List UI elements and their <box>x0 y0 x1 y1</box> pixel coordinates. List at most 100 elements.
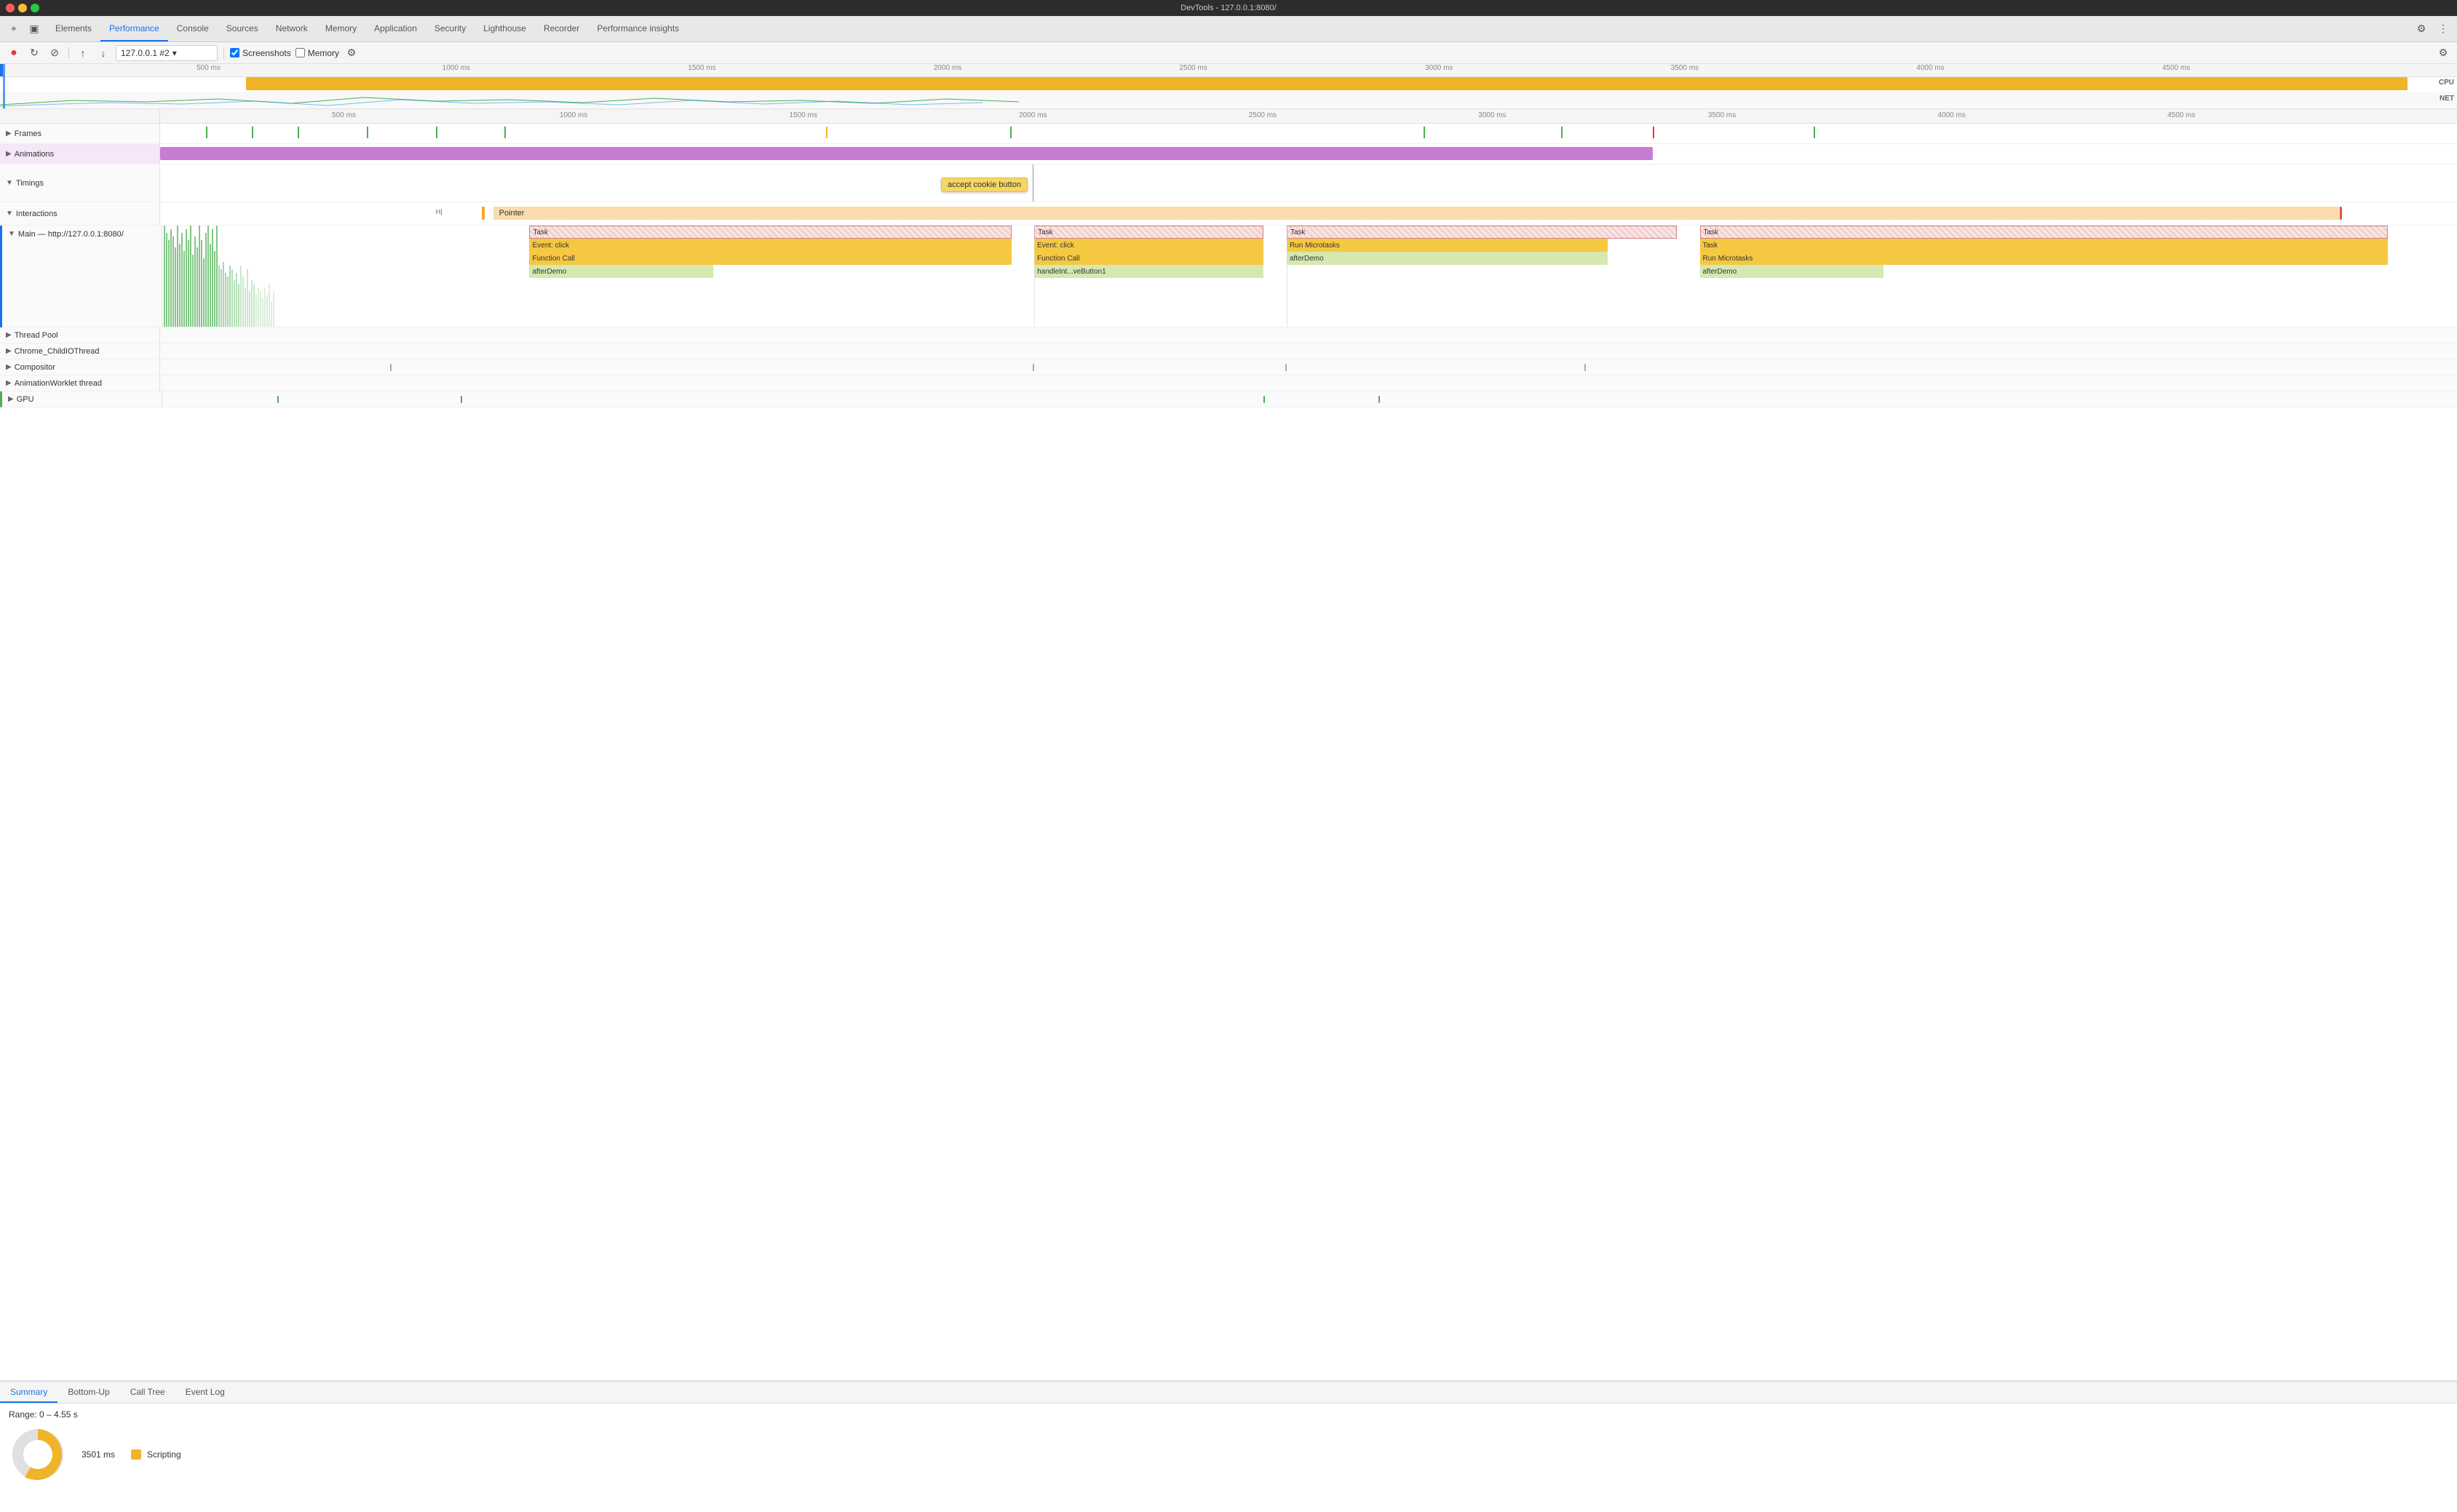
animations-content <box>160 144 2457 164</box>
animation-worklet-toggle[interactable]: ▶ <box>6 379 12 387</box>
memory-checkbox-label[interactable]: Memory <box>295 48 339 58</box>
tick-3500: 3500 ms <box>1708 111 1736 119</box>
tick-2500: 2500 ms <box>1249 111 1277 119</box>
overview-tick-2500: 2500 ms <box>1179 64 1207 72</box>
frame-bar <box>1424 127 1425 138</box>
event-click-2[interactable]: Event: click <box>1034 239 1263 252</box>
toolbar-settings-icon[interactable]: ⚙ <box>2435 45 2451 61</box>
device-icon[interactable]: ▣ <box>25 20 44 39</box>
frame-bar <box>1561 127 1563 138</box>
interactions-content: H| Pointer <box>160 202 2457 225</box>
gpu-dot-2 <box>461 396 462 403</box>
devtools-panel: ⌖ ▣ Elements Performance Console Sources… <box>0 16 2457 1512</box>
tab-network[interactable]: Network <box>267 16 317 41</box>
run-micro-2[interactable]: Run Microtasks <box>1700 252 2389 265</box>
compositor-dot-1 <box>390 364 392 371</box>
tab-recorder[interactable]: Recorder <box>535 16 588 41</box>
after-demo-1[interactable]: afterDemo <box>1287 252 1608 265</box>
maximize-button[interactable] <box>31 4 39 12</box>
tab-application[interactable]: Application <box>365 16 426 41</box>
after-demo-2[interactable]: afterDemo <box>529 265 713 278</box>
cpu-overview-bar <box>246 77 2408 90</box>
overview-tick-1000: 1000 ms <box>442 64 470 72</box>
interactions-toggle[interactable]: ▼ <box>6 210 13 218</box>
after-demo-3[interactable]: afterDemo <box>1700 265 1884 278</box>
tab-performance[interactable]: Performance <box>100 16 168 41</box>
reload-record-button[interactable]: ↻ <box>26 45 42 61</box>
task-bar-4[interactable]: Task <box>1700 226 2389 239</box>
scripting-label: Scripting <box>147 1449 181 1460</box>
net-overview: NET <box>0 92 2457 108</box>
function-call-2[interactable]: Function Call <box>1034 252 1263 265</box>
screenshots-checkbox[interactable] <box>230 48 239 57</box>
animations-track: ▶ Animations <box>0 144 2457 164</box>
chrome-childio-toggle[interactable]: ▶ <box>6 347 12 355</box>
screenshots-checkbox-label[interactable]: Screenshots <box>230 48 291 58</box>
tab-summary[interactable]: Summary <box>0 1382 57 1403</box>
left-accent-bar <box>0 226 2 327</box>
main-toggle[interactable]: ▼ <box>8 230 15 238</box>
url-text: 127.0.0.1 #2 <box>121 48 170 58</box>
run-microtasks[interactable]: Run Microtasks <box>1287 239 1608 252</box>
thread-pool-toggle[interactable]: ▶ <box>6 331 12 339</box>
settings-icon[interactable]: ⚙ <box>2412 20 2431 39</box>
scripting-legend-item: 3501 ms Scripting <box>82 1449 181 1460</box>
overview-tick-2000: 2000 ms <box>934 64 961 72</box>
task-bar-3[interactable]: Task <box>1287 226 1677 239</box>
function-call-1[interactable]: Function Call <box>529 252 1011 265</box>
close-button[interactable] <box>6 4 15 12</box>
record-button[interactable]: ● <box>6 45 22 61</box>
tab-call-tree[interactable]: Call Tree <box>120 1382 175 1403</box>
frame-bar <box>1653 127 1654 138</box>
frames-content <box>160 124 2457 143</box>
capture-settings-icon[interactable]: ⚙ <box>344 45 360 61</box>
timings-content: accept cookie button <box>160 164 2457 202</box>
animation-worklet-label: ▶ AnimationWorklet thread <box>0 375 160 391</box>
animations-toggle[interactable]: ▶ <box>6 150 12 158</box>
animations-bar <box>160 147 1653 160</box>
frames-toggle[interactable]: ▶ <box>6 130 12 138</box>
memory-checkbox[interactable] <box>295 48 305 57</box>
cpu-label: CPU <box>2439 79 2454 87</box>
handle-int-bar[interactable]: handleInt...veButton1 <box>1034 265 1263 278</box>
timings-label: ▼ Timings <box>0 164 160 202</box>
tab-memory[interactable]: Memory <box>317 16 365 41</box>
task-bar-1-label: Task <box>533 228 548 236</box>
flame-chart-mini <box>162 226 275 327</box>
event-click-1[interactable]: Event: click <box>529 239 1011 252</box>
frame-bar <box>252 127 253 138</box>
tab-security[interactable]: Security <box>426 16 475 41</box>
task-bar-1[interactable]: Task <box>529 226 1011 239</box>
timings-toggle[interactable]: ▼ <box>6 179 13 187</box>
main-area: 500 ms 1000 ms 1500 ms 2000 ms 2500 ms 3… <box>0 109 2457 1512</box>
compositor-toggle[interactable]: ▶ <box>6 363 12 371</box>
tab-bottom-up[interactable]: Bottom-Up <box>57 1382 119 1403</box>
more-options-icon[interactable]: ⋮ <box>2434 20 2453 39</box>
compositor-dot-3 <box>1285 364 1287 371</box>
url-selector[interactable]: 127.0.0.1 #2 ▾ <box>116 45 218 61</box>
frame-bar <box>1814 127 1815 138</box>
interaction-h-marker: H| <box>436 208 442 215</box>
net-chart <box>0 92 2457 108</box>
frame-bar <box>1010 127 1012 138</box>
tab-elements[interactable]: Elements <box>47 16 100 41</box>
tab-lighthouse[interactable]: Lighthouse <box>475 16 535 41</box>
tick-2000: 2000 ms <box>1019 111 1047 119</box>
timeline-ruler: 500 ms 1000 ms 1500 ms 2000 ms 2500 ms 3… <box>0 109 2457 124</box>
tab-bar-icons: ⌖ ▣ <box>4 20 44 39</box>
task-inner[interactable]: Task <box>1700 239 2389 252</box>
inspect-icon[interactable]: ⌖ <box>4 20 23 39</box>
tab-performance-insights[interactable]: Performance insights <box>588 16 688 41</box>
minimize-button[interactable] <box>18 4 27 12</box>
task-bar-2[interactable]: Task <box>1034 226 1263 239</box>
interactions-track: ▼ Interactions H| Pointer <box>0 202 2457 226</box>
upload-button[interactable]: ↑ <box>75 45 91 61</box>
tab-console[interactable]: Console <box>168 16 218 41</box>
clear-button[interactable]: ⊘ <box>47 45 63 61</box>
gpu-toggle[interactable]: ▶ <box>8 395 14 403</box>
timeline-area[interactable]: 500 ms 1000 ms 1500 ms 2000 ms 2500 ms 3… <box>0 109 2457 1381</box>
tab-event-log[interactable]: Event Log <box>175 1382 235 1403</box>
tab-sources[interactable]: Sources <box>218 16 267 41</box>
download-button[interactable]: ↓ <box>95 45 111 61</box>
range-text: Range: 0 – 4.55 s <box>9 1409 2448 1420</box>
